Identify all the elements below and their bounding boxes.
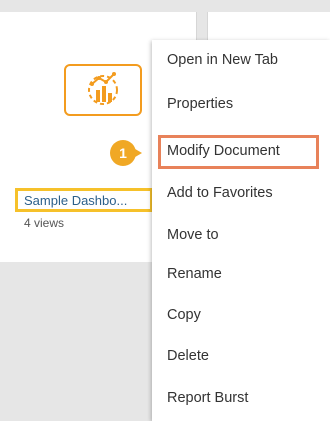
- context-menu: Open in New Tab Properties Modify Docume…: [152, 40, 330, 421]
- step-callout-badge: 1: [110, 140, 136, 166]
- menu-item-add-to-favorites[interactable]: Add to Favorites: [152, 173, 330, 213]
- dashboard-chart-icon: [88, 72, 118, 105]
- menu-item-properties[interactable]: Properties: [152, 84, 330, 124]
- menu-item-report-burst[interactable]: Report Burst: [152, 378, 330, 418]
- menu-item-open-new-tab[interactable]: Open in New Tab: [152, 40, 330, 80]
- view-count: 4 views: [24, 216, 65, 230]
- menu-item-delete[interactable]: Delete: [152, 336, 330, 376]
- modify-document-highlight: [158, 135, 319, 169]
- menu-item-copy[interactable]: Copy: [152, 295, 330, 335]
- menu-item-move-to[interactable]: Move to: [152, 215, 330, 255]
- menu-item-rename[interactable]: Rename: [152, 254, 330, 294]
- dashboard-thumbnail[interactable]: [64, 64, 142, 116]
- document-title[interactable]: Sample Dashbo...: [24, 193, 127, 208]
